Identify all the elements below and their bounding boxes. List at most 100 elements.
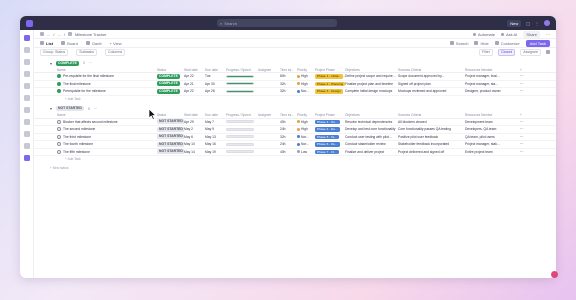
priority-cell[interactable]: High: [297, 127, 315, 131]
add-column-icon[interactable]: +: [520, 68, 526, 72]
resources-cell[interactable]: Developers, QA team: [465, 127, 520, 131]
criteria-cell[interactable]: Mockups reviewed and approved: [398, 89, 465, 93]
task-name[interactable]: The final milestone: [63, 82, 93, 86]
chevron-down-icon[interactable]: ▾: [50, 61, 52, 66]
row-menu-icon[interactable]: ⋯: [520, 135, 526, 139]
row-menu-icon[interactable]: ⋯: [520, 150, 526, 154]
status-circle-icon[interactable]: [57, 74, 61, 79]
start-date[interactable]: Apr 29: [184, 120, 205, 124]
task-name[interactable]: Blocker that affects second milestone: [63, 120, 120, 124]
resources-cell[interactable]: Project manager, sta...: [465, 82, 520, 86]
due-date[interactable]: May 19: [205, 150, 226, 154]
status-cell[interactable]: COMPLETE: [157, 73, 184, 79]
chevron-down-icon[interactable]: ▾: [50, 106, 52, 111]
task-name-cell[interactable]: The second milestone: [57, 127, 157, 132]
phase-chip[interactable]: Phase 2 - Planning: [315, 81, 345, 86]
table-row[interactable]: The final milestone COMPLETE Apr 21 Apr 30 3…: [34, 81, 556, 88]
column-header[interactable]: Start date: [184, 113, 205, 117]
more-options-icon[interactable]: ⋯: [89, 61, 93, 65]
phase-chip[interactable]: Phase 1 - Initiat...: [315, 74, 344, 79]
priority-cell[interactable]: Low: [297, 150, 315, 154]
column-header[interactable]: Objectives: [345, 113, 398, 117]
objective-cell[interactable]: Conduct stakeholder review: [345, 142, 398, 146]
priority-cell[interactable]: High: [297, 74, 315, 78]
notifications-icon[interactable]: ▢: [526, 21, 530, 26]
column-header[interactable]: Success Criteria: [398, 113, 465, 117]
assignee-filter[interactable]: Assignee: [520, 48, 541, 56]
columns-button[interactable]: Columns: [104, 48, 126, 56]
tab-gantt[interactable]: Gantt: [85, 41, 102, 46]
phase-chip[interactable]: Phase 4 - De...: [315, 127, 340, 132]
time-estimate[interactable]: 40h: [280, 120, 297, 124]
column-header[interactable]: Success Criteria: [398, 68, 465, 72]
phase-chip[interactable]: Phase 4 - De...: [315, 119, 340, 124]
search-button[interactable]: Search: [449, 41, 468, 46]
status-circle-icon[interactable]: [57, 89, 61, 94]
start-date[interactable]: May 14: [184, 150, 205, 154]
status-circle-icon[interactable]: [57, 149, 61, 154]
criteria-cell[interactable]: Project delivered and signed off: [398, 150, 465, 154]
add-task-row[interactable]: + Add Task: [34, 156, 556, 162]
time-estimate[interactable]: 24h: [280, 142, 297, 146]
resources-cell[interactable]: QA team, pilot users: [465, 135, 520, 139]
resources-cell[interactable]: Designer, product owner: [465, 89, 520, 93]
status-circle-icon[interactable]: [57, 119, 61, 124]
task-name-cell[interactable]: The final milestone: [57, 81, 157, 86]
time-estimate[interactable]: 32h: [280, 89, 297, 93]
due-date[interactable]: Apr 30: [205, 82, 226, 86]
sidebar-list-icon[interactable]: [23, 155, 30, 161]
column-header[interactable]: Assignee: [258, 113, 280, 117]
task-name[interactable]: Prerequisite for the milestone: [63, 89, 108, 93]
resources-cell[interactable]: Project manager, busi...: [465, 74, 520, 78]
table-row[interactable]: Pre-requisite for the final milestone COM…: [34, 73, 556, 81]
sidebar-more-icon[interactable]: [23, 119, 30, 125]
status-cell[interactable]: NOT STARTED: [157, 126, 184, 132]
status-circle-icon[interactable]: [57, 142, 61, 147]
phase-chip[interactable]: Phase 7 - Cl...: [315, 149, 339, 154]
table-row[interactable]: The third milestone NOT STARTED May 6 May 1…: [34, 134, 556, 141]
sidebar-dashboards-icon[interactable]: [23, 71, 30, 77]
sidebar-timesheets-icon[interactable]: [23, 107, 30, 113]
ask-ai-button[interactable]: Ask AI: [500, 32, 517, 37]
add-column-icon[interactable]: +: [520, 113, 526, 117]
more-options-icon[interactable]: ⋯: [94, 107, 98, 111]
task-name[interactable]: Pre-requisite for the final milestone: [63, 74, 116, 78]
resources-cell[interactable]: Entire project team: [465, 150, 520, 154]
apps-icon[interactable]: ⋮: [535, 21, 539, 26]
phase-cell[interactable]: Phase 1 - Initiat...: [315, 74, 345, 79]
column-header[interactable]: Priority: [297, 113, 315, 117]
task-name-cell[interactable]: The fourth milestone: [57, 142, 157, 147]
row-menu-icon[interactable]: ⋯: [520, 127, 526, 131]
due-date[interactable]: May 16: [205, 142, 226, 146]
task-name-cell[interactable]: Pre-requisite for the final milestone: [57, 74, 157, 79]
start-date[interactable]: May 6: [184, 135, 205, 139]
column-header[interactable]: Status: [157, 68, 184, 72]
criteria-cell[interactable]: Signed off project plan: [398, 82, 465, 86]
column-header[interactable]: Project Phase: [315, 68, 345, 72]
row-menu-icon[interactable]: ⋯: [520, 120, 526, 124]
status-cell[interactable]: NOT STARTED: [157, 149, 184, 155]
column-header[interactable]: Project Phase: [315, 113, 345, 117]
column-header[interactable]: Progress / Speed: [226, 68, 258, 72]
task-name[interactable]: The fourth milestone: [63, 142, 95, 146]
priority-cell[interactable]: Nor...: [297, 89, 315, 93]
table-row[interactable]: Prerequisite for the milestone COMPLETE Ap…: [34, 88, 556, 96]
closed-toggle[interactable]: Closed: [498, 48, 516, 56]
help-chat-button[interactable]: [551, 271, 558, 278]
phase-cell[interactable]: Phase 3 - Design: [315, 89, 345, 94]
status-badge[interactable]: COMPLETE: [157, 81, 180, 87]
table-row[interactable]: The fifth milestone NOT STARTED May 14 May …: [34, 149, 556, 156]
task-name[interactable]: The third milestone: [63, 135, 93, 139]
table-row[interactable]: The fourth milestone NOT STARTED May 10 May…: [34, 141, 556, 149]
customize-button[interactable]: Customize: [494, 41, 520, 46]
phase-chip[interactable]: Phase 6 - De...: [315, 142, 340, 147]
filter-button[interactable]: Filter: [479, 48, 494, 56]
status-cell[interactable]: COMPLETE: [157, 81, 184, 87]
task-name-cell[interactable]: The third milestone: [57, 134, 157, 139]
start-date[interactable]: Apr 22: [184, 89, 205, 93]
page-title[interactable]: Milestone Tracker: [75, 32, 107, 37]
global-search[interactable]: ⌕ Search: [217, 19, 337, 27]
status-cell[interactable]: NOT STARTED: [157, 141, 184, 147]
tab-list[interactable]: List: [40, 41, 53, 46]
criteria-cell[interactable]: All blockers cleared: [398, 120, 465, 124]
